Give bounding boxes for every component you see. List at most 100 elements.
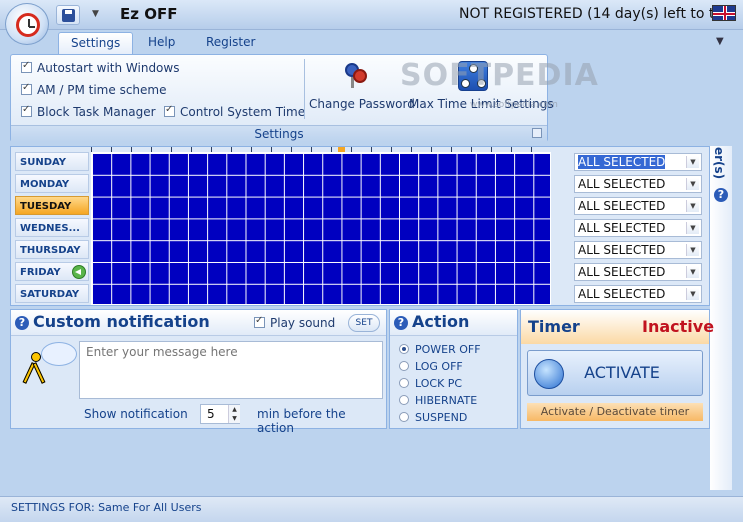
checkbox-checked-icon <box>21 104 32 117</box>
checkbox-label: Play sound <box>270 316 336 330</box>
day-select-friday[interactable]: ALL SELECTED ▼ <box>574 263 702 281</box>
activate-button[interactable]: ACTIVATE <box>527 350 703 396</box>
show-notification-label: Show notification <box>84 407 188 421</box>
day-saturday[interactable]: SATURDAY <box>15 284 89 303</box>
radio-log-off[interactable]: LOG OFF <box>399 360 463 373</box>
day-wednesday[interactable]: WEDNES... <box>15 218 89 237</box>
radio-icon <box>399 361 409 371</box>
chevron-down-icon[interactable]: ▼ <box>716 36 724 47</box>
action-panel: ? Action POWER OFF LOG OFF LOCK PC HIBER… <box>389 309 518 429</box>
radio-label: LOCK PC <box>415 377 463 390</box>
radio-icon <box>399 395 409 405</box>
radio-power-off[interactable]: POWER OFF <box>399 343 481 356</box>
radio-label: LOG OFF <box>415 360 463 373</box>
alarm-clock-icon <box>16 13 40 37</box>
chevron-down-icon: ▼ <box>686 200 699 212</box>
checkbox-label: AM / PM time scheme <box>37 83 167 97</box>
minutes-stepper[interactable]: 5 ▲ ▼ <box>200 404 240 424</box>
radio-hibernate[interactable]: HIBERNATE <box>399 394 477 407</box>
day-thursday[interactable]: THURSDAY <box>15 240 89 259</box>
day-select-thursday[interactable]: ALL SELECTED ▼ <box>574 241 702 259</box>
play-sound-checkbox[interactable]: Play sound <box>254 315 336 330</box>
ampm-checkbox[interactable]: AM / PM time scheme <box>21 82 167 97</box>
day-select-tuesday[interactable]: ALL SELECTED ▼ <box>574 197 702 215</box>
minutes-before-label: min before the action <box>257 407 346 435</box>
keys-icon <box>343 61 369 89</box>
schedule-grid[interactable] <box>91 152 551 305</box>
timer-title: Timer <box>528 317 580 336</box>
chevron-down-icon: ▼ <box>686 288 699 300</box>
custom-notification-header: ? Custom notification Play sound SET <box>11 310 386 336</box>
checkbox-checked-icon <box>21 60 32 73</box>
chevron-down-icon: ▼ <box>686 266 699 278</box>
timer-status: Inactive <box>642 317 715 336</box>
checkbox-label: Control System Time <box>180 105 306 119</box>
autostart-checkbox[interactable]: Autostart with Windows <box>21 60 180 75</box>
select-value: ALL SELECTED <box>578 221 666 235</box>
chevron-down-icon[interactable]: ▼ <box>92 9 99 19</box>
day-select-monday[interactable]: ALL SELECTED ▼ <box>574 175 702 193</box>
radio-selected-icon <box>399 344 409 354</box>
chevron-down-icon: ▼ <box>686 156 699 168</box>
checkbox-checked-icon <box>21 82 32 95</box>
status-bar: SETTINGS FOR: Same For All Users <box>0 496 743 522</box>
help-icon[interactable]: ? <box>15 316 29 330</box>
control-systemtime-checkbox[interactable]: Control System Time <box>164 104 306 119</box>
arrow-left-icon <box>72 265 86 279</box>
action-header: ? Action <box>390 310 517 336</box>
change-password-label: Change Password <box>309 97 415 111</box>
custom-notification-title: Custom notification <box>33 312 210 331</box>
dialog-launcher-icon[interactable] <box>532 128 542 138</box>
floppy-disk-icon <box>62 9 75 22</box>
select-value: ALL SELECTED <box>578 287 666 301</box>
action-title: Action <box>412 312 470 331</box>
radio-label: POWER OFF <box>415 343 481 356</box>
checkbox-label: Block Task Manager <box>37 105 156 119</box>
day-friday[interactable]: FRIDAY <box>15 262 89 281</box>
day-tuesday[interactable]: TUESDAY <box>15 196 89 215</box>
day-sunday[interactable]: SUNDAY <box>15 152 89 171</box>
messenger-runner-icon <box>19 342 77 388</box>
block-taskmanager-checkbox[interactable]: Block Task Manager <box>21 104 156 119</box>
tab-help[interactable]: Help <box>136 32 187 54</box>
select-value: ALL SELECTED <box>578 177 666 191</box>
app-menu-button[interactable] <box>5 3 49 45</box>
chevron-down-icon: ▼ <box>686 244 699 256</box>
tab-settings[interactable]: Settings <box>58 32 134 54</box>
set-sound-button[interactable]: SET <box>348 314 380 332</box>
message-input[interactable] <box>79 341 383 399</box>
spin-down-icon[interactable]: ▼ <box>228 414 240 423</box>
day-monday[interactable]: MONDAY <box>15 174 89 193</box>
quick-access-toolbar: ▼ <box>56 5 112 25</box>
change-password-button[interactable]: Change Password <box>309 59 415 119</box>
spin-up-icon[interactable]: ▲ <box>228 405 240 414</box>
checkbox-checked-icon <box>164 104 175 117</box>
registration-status: NOT REGISTERED (14 day(s) left to try) <box>459 6 734 22</box>
activate-label: ACTIVATE <box>584 363 660 382</box>
uk-flag-icon[interactable] <box>712 5 736 21</box>
radio-lock-pc[interactable]: LOCK PC <box>399 377 462 390</box>
day-select-sunday[interactable]: ALL SELECTED ▼ <box>574 153 702 171</box>
save-button[interactable] <box>56 5 80 25</box>
day-select-wednesday[interactable]: ALL SELECTED ▼ <box>574 219 702 237</box>
weekly-schedule: SUNDAY MONDAY TUESDAY WEDNES... THURSDAY… <box>10 146 710 306</box>
status-text: SETTINGS FOR: Same For All Users <box>11 501 202 514</box>
users-label: er(s) <box>712 147 726 180</box>
checkbox-checked-icon <box>254 315 265 328</box>
chevron-down-icon: ▼ <box>686 222 699 234</box>
select-value: ALL SELECTED <box>578 243 666 257</box>
activate-deactivate-toggle[interactable]: Activate / Deactivate timer <box>527 403 703 421</box>
radio-label: SUSPEND <box>415 411 468 424</box>
day-select-saturday[interactable]: ALL SELECTED ▼ <box>574 285 702 303</box>
checkbox-label: Autostart with Windows <box>37 61 180 75</box>
help-icon[interactable]: ? <box>394 316 408 330</box>
timer-panel: Timer Inactive ACTIVATE Activate / Deact… <box>520 309 714 429</box>
minutes-value: 5 <box>207 407 215 421</box>
radio-icon <box>399 412 409 422</box>
custom-notification-panel: ? Custom notification Play sound SET Sho… <box>10 309 387 435</box>
help-icon[interactable]: ? <box>714 188 728 202</box>
radio-suspend[interactable]: SUSPEND <box>399 411 467 424</box>
title-bar: ▼ Ez OFF NOT REGISTERED (14 day(s) left … <box>0 0 743 30</box>
tab-register[interactable]: Register <box>194 32 267 54</box>
radio-label: HIBERNATE <box>415 394 478 407</box>
